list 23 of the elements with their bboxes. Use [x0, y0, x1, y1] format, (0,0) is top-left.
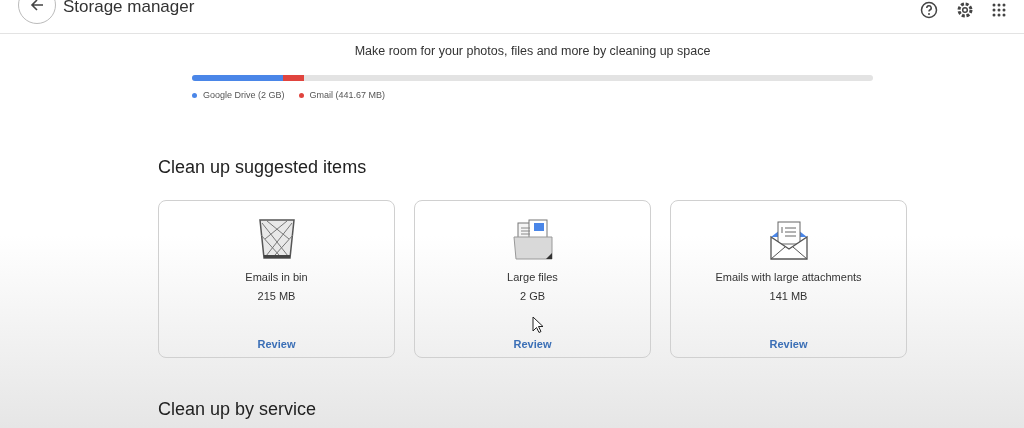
back-arrow-icon: [30, 0, 44, 12]
apps-grid-icon[interactable]: [992, 2, 1006, 17]
review-link[interactable]: Review: [769, 336, 808, 353]
legend-label: Google Drive (2 GB): [203, 88, 285, 102]
section-heading: Clean up by service: [158, 398, 318, 421]
review-link[interactable]: Review: [257, 336, 296, 353]
help-icon[interactable]: [920, 0, 938, 19]
card-title: Large files: [507, 270, 558, 286]
card-size: 215 MB: [257, 288, 296, 304]
envelope-with-letter-icon: [768, 219, 809, 262]
page-title: Storage manager: [63, 0, 195, 18]
section-heading: Clean up suggested items: [158, 156, 368, 180]
settings-icon[interactable]: [956, 0, 974, 19]
legend-label: Gmail (441.67 MB): [309, 88, 386, 102]
bin-icon: [256, 217, 297, 262]
folder-with-documents-icon: [512, 219, 553, 262]
card-size: 2 GB: [519, 288, 546, 304]
review-link[interactable]: Review: [513, 336, 552, 353]
mouse-cursor-icon: [532, 316, 544, 334]
summary-text: Make room for your photos, files and more by cleaning up space: [353, 43, 712, 60]
card-title: Emails with large attachments: [715, 270, 862, 286]
card-size: 141 MB: [769, 288, 808, 304]
card-title: Emails in bin: [245, 270, 308, 286]
